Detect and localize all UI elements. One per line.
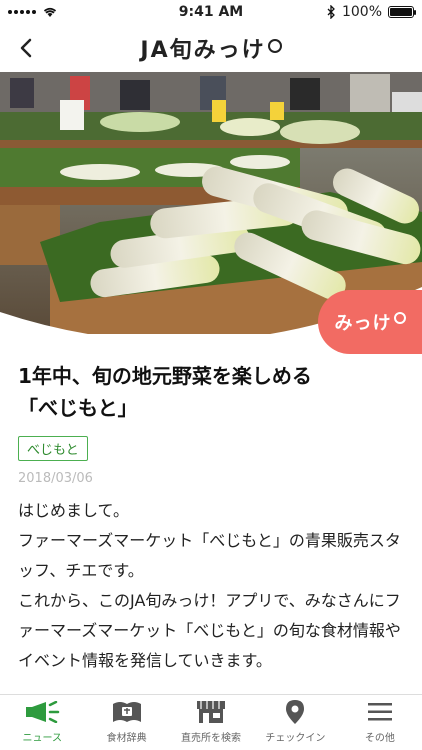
pin-mark-icon	[393, 312, 406, 324]
tab-other[interactable]: その他	[338, 695, 422, 750]
article-title: 1年中、旬の地元野菜を楽しめる 「べじもと」	[18, 360, 408, 424]
back-button[interactable]	[12, 34, 40, 62]
pin-mark-icon	[267, 39, 282, 53]
status-bar: 9:41 AM 100%	[0, 0, 422, 24]
book-icon	[112, 702, 141, 722]
tab-label: その他	[364, 733, 395, 744]
battery-percent: 100%	[341, 4, 382, 20]
status-time: 9:41 AM	[178, 4, 244, 20]
tab-food-dictionary[interactable]: 食材辞典	[84, 695, 168, 750]
menu-icon	[367, 703, 392, 721]
tab-bar: ニュース 食材辞典 直売所を検索 チェックイン その他	[0, 694, 422, 750]
signal-wifi	[8, 6, 58, 18]
paragraph: はじめまして。	[18, 501, 130, 520]
article-title-line2: 「べじもと」	[18, 396, 138, 420]
bluetooth-icon	[327, 5, 335, 19]
tab-news[interactable]: ニュース	[0, 695, 84, 750]
tab-checkin[interactable]: チェックイン	[253, 695, 337, 750]
map-pin-icon	[286, 700, 305, 724]
paragraph: ファーマーズマーケット「べじもと」の青果販売スタッフ、チエです。	[18, 531, 401, 580]
app-title: JA旬みっけ	[140, 32, 282, 64]
tab-search-store[interactable]: 直売所を検索	[169, 695, 253, 750]
tab-label: チェックイン	[265, 733, 326, 744]
article-body: はじめまして。 ファーマーズマーケット「べじもと」の青果販売スタッフ、チエです。…	[18, 496, 408, 676]
category-tag[interactable]: べじもと	[18, 436, 88, 461]
store-icon	[197, 701, 226, 723]
tab-label: 直売所を検索	[181, 733, 242, 744]
chevron-left-icon	[20, 38, 32, 58]
wifi-icon	[43, 7, 57, 17]
app-title-text: JA旬みっけ	[140, 38, 266, 63]
battery-icon	[388, 6, 416, 18]
signal-icon	[8, 10, 36, 14]
article: 1年中、旬の地元野菜を楽しめる 「べじもと」 べじもと 2018/03/06 は…	[18, 360, 408, 676]
tab-label: 食材辞典	[106, 733, 147, 744]
status-right: 100%	[327, 4, 416, 20]
article-title-line1: 1年中、旬の地元野菜を楽しめる	[18, 364, 312, 388]
tab-label: ニュース	[22, 733, 62, 744]
nav-bar: JA旬みっけ	[0, 24, 422, 72]
megaphone-icon	[26, 701, 60, 723]
mikke-button[interactable]: みっけ	[318, 290, 422, 354]
paragraph: これから、このJA旬みっけ！アプリで、みなさんにファーマーズマーケット「べじもと…	[18, 591, 401, 670]
mikke-label: みっけ	[334, 313, 392, 334]
article-date: 2018/03/06	[18, 471, 93, 486]
